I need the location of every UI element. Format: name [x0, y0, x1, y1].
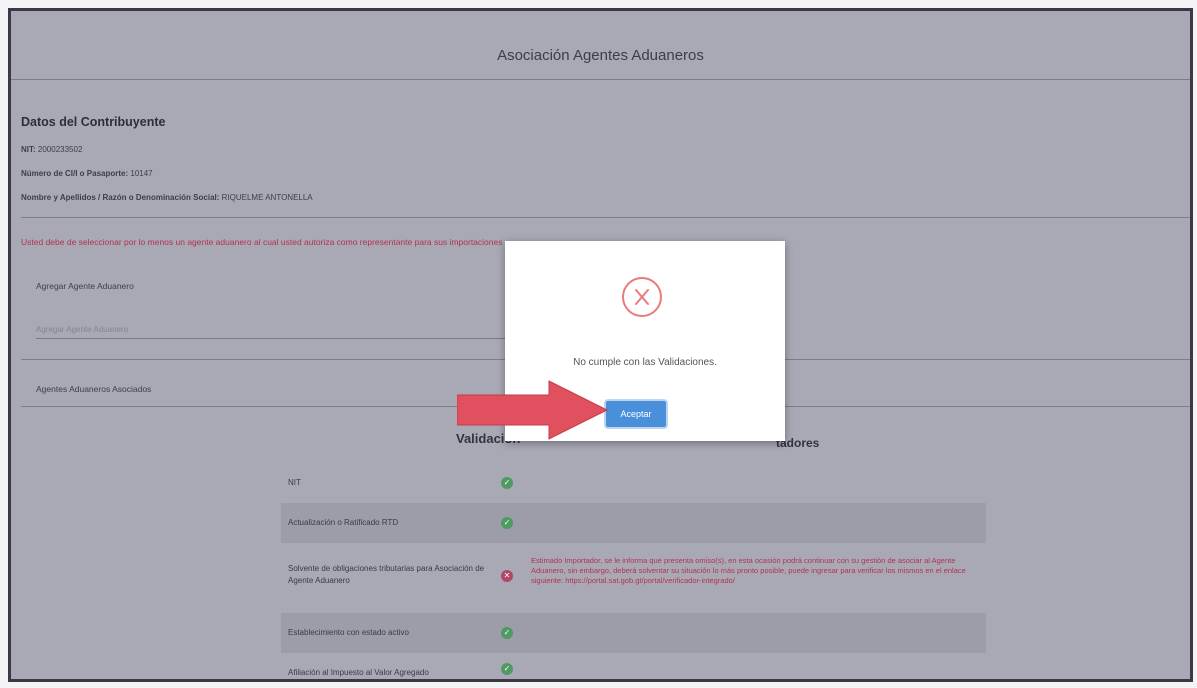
nit-line: NIT: 2000233502 [21, 145, 82, 154]
nit-value: 2000233502 [37, 145, 83, 154]
check-icon: ✓ [501, 663, 513, 675]
check-icon: ✓ [501, 517, 513, 529]
divider [21, 217, 1190, 218]
check-icon: ✓ [501, 627, 513, 639]
error-status-icon: ✕ [501, 570, 513, 582]
validation-row-label: Afiliación al Impuesto al Valor Agregado [288, 668, 429, 677]
validation-row-label: Solvente de obligaciones tributarias par… [288, 564, 485, 585]
ci-value: 10147 [130, 169, 153, 178]
nit-label: NIT: [21, 145, 36, 154]
validation-row-label: Establecimiento con estado activo [288, 628, 409, 637]
contributor-section-title: Datos del Contribuyente [21, 115, 166, 129]
pointer-arrow-icon [457, 380, 609, 440]
page-title: Asociación Agentes Aduaneros [497, 46, 704, 64]
ci-label: Número de CI/I o Pasaporte: [21, 169, 129, 178]
name-value: RIQUELME ANTONELLA [221, 193, 313, 202]
validation-row-iva: Afiliación al Impuesto al Valor Agregado… [281, 653, 986, 679]
validation-row-rtd: Actualización o Ratificado RTD ✓ [281, 503, 986, 543]
validation-row-label: Actualización o Ratificado RTD [288, 518, 399, 527]
agent-selection-warning: Usted debe de seleccionar por lo menos u… [21, 237, 503, 247]
add-agent-input[interactable] [36, 320, 516, 339]
modal-message: No cumple con las Validaciones. [573, 357, 717, 368]
associated-agents-label: Agentes Aduaneros Asociados [36, 384, 152, 394]
validation-row-tax-solvency: Solvente de obligaciones tributarias par… [281, 543, 986, 613]
name-label: Nombre y Apellidos / Razón o Denominació… [21, 193, 220, 202]
check-icon: ✓ [501, 477, 513, 489]
validation-error-message: Estimado Importador, se le informa que p… [531, 556, 966, 585]
add-agent-label: Agregar Agente Aduanero [36, 281, 134, 291]
name-line: Nombre y Apellidos / Razón o Denominació… [21, 193, 313, 202]
screenshot-frame: Asociación Agentes Aduaneros Datos del C… [8, 8, 1193, 682]
error-x-icon [622, 277, 662, 317]
validation-row-establishment: Establecimiento con estado activo ✓ [281, 613, 986, 653]
validation-row-label: NIT [288, 478, 301, 487]
validation-row-nit: NIT ✓ [281, 463, 986, 503]
app-header: Asociación Agentes Aduaneros [11, 11, 1190, 80]
ci-line: Número de CI/I o Pasaporte: 10147 [21, 169, 153, 178]
